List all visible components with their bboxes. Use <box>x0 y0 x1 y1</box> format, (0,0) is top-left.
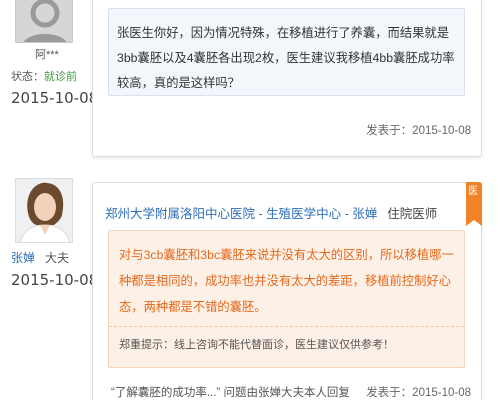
question-card: 张医生你好，因为情况特殊，在移植进行了养囊，而结果就是3bb囊胚以及4囊胚各出现… <box>92 0 482 157</box>
divider <box>109 326 464 327</box>
reply-message: 对与3cb囊胚和3bc囊胚来说并没有太大的区别，所以移植哪一种都是相同的，成功率… <box>119 248 454 314</box>
doctor-header: 郑州大学附属洛阳中心医院 - 生殖医学中心 - 张婵 住院医师 <box>105 203 437 222</box>
reply-card: 医 郑州大学附属洛阳中心医院 - 生殖医学中心 - 张婵 住院医师 对与3cb囊胚… <box>92 182 482 400</box>
posted-date: 2015-10-08 <box>412 125 471 137</box>
reply-posted-time: 发表于：2015-10-08 <box>366 384 471 400</box>
doctor-name-line: 张婵 大夫 <box>11 249 69 266</box>
default-user-icon <box>23 0 67 42</box>
question-date: 2015-10-08 <box>11 89 99 107</box>
posted-date: 2015-10-08 <box>412 387 471 399</box>
user-avatar[interactable] <box>15 0 73 43</box>
posted-label: 发表于： <box>366 387 413 399</box>
reply-bubble: 对与3cb囊胚和3bc囊胚来说并没有太大的区别，所以移植哪一种都是相同的，成功率… <box>108 230 465 368</box>
user-name: 阿*** <box>35 49 59 61</box>
reply-date: 2015-10-08 <box>11 271 99 289</box>
question-message: 张医生你好，因为情况特殊，在移植进行了养囊，而结果就是3bb囊胚以及4囊胚各出现… <box>108 8 465 96</box>
question-posted-time: 发表于：2015-10-08 <box>366 122 471 138</box>
posted-label: 发表于： <box>366 125 413 137</box>
doctor-name-link[interactable]: 张婵 <box>11 251 35 265</box>
status-value: 就诊前 <box>44 71 77 83</box>
doctor-photo-icon <box>16 179 72 242</box>
hospital-link[interactable]: 郑州大学附属洛阳中心医院 - 生殖医学中心 - 张婵 <box>105 207 377 221</box>
status-label: 状态： <box>11 71 44 83</box>
doctor-badge: 医 <box>466 182 482 226</box>
doctor-title-short: 大夫 <box>45 251 70 265</box>
doctor-badge-label: 医 <box>468 186 478 197</box>
doctor-avatar[interactable] <box>15 178 73 243</box>
related-question-link[interactable]: “了解囊胚的成功率...” 问题由张婵大夫本人回复 <box>111 384 350 400</box>
user-status: 状态：就诊前 <box>11 68 77 84</box>
doctor-position: 住院医师 <box>387 207 438 221</box>
disclaimer-notice: 郑重提示：线上咨询不能代替面诊，医生建议仅供参考！ <box>119 339 394 351</box>
